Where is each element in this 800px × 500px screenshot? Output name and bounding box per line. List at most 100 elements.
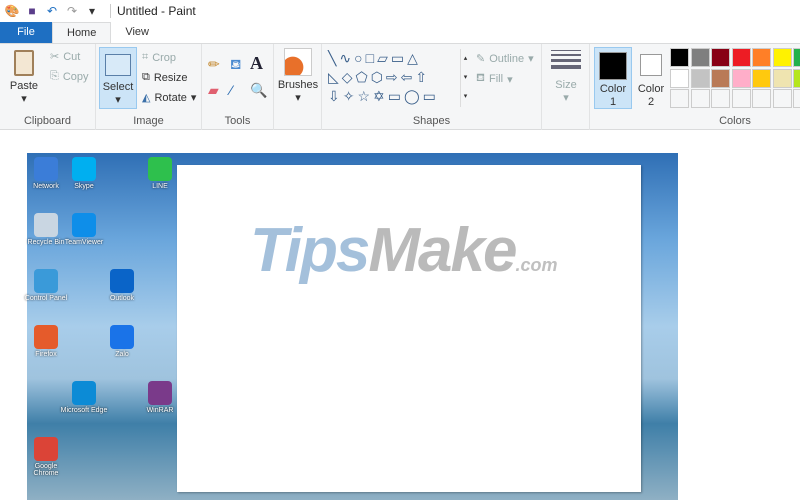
desktop-icon-label: Outlook (109, 295, 135, 302)
palette-swatch[interactable] (752, 68, 771, 88)
scissors-icon: ✂ (50, 51, 60, 63)
color1-button[interactable]: Color 1 (594, 47, 632, 109)
pencil-icon[interactable]: ✏ (208, 56, 220, 73)
ribbon-tabs: File Home View (0, 22, 800, 43)
color1-swatch (599, 52, 627, 80)
palette-swatch[interactable] (711, 89, 730, 108)
palette-swatch[interactable] (670, 48, 689, 67)
palette-swatch[interactable] (731, 89, 751, 108)
app-icon (34, 437, 58, 461)
palette-swatch[interactable] (690, 89, 710, 108)
save-icon[interactable]: ■ (24, 3, 40, 19)
fill-button[interactable]: ⛾ Fill ▾ (476, 72, 513, 86)
palette-swatch[interactable] (711, 68, 730, 88)
tab-file[interactable]: File (0, 22, 52, 43)
size-button[interactable]: Size ▾ (546, 50, 586, 105)
image-group: Select ▾ ⌗ Crop ⧉ Resize ◭ Rotate ▾ Image (96, 44, 202, 130)
palette-swatch[interactable] (711, 48, 730, 67)
palette-swatch[interactable] (793, 68, 800, 88)
fill-bucket-icon[interactable]: ⛾ (230, 56, 241, 75)
desktop-icon[interactable]: Microsoft Edge (60, 381, 108, 414)
shapes-group: ╲∿○□▱▭△ ◺◇⬠⬡⇨⇦⇧ ⇩✧☆✡▭◯▭ ▴ ▾ ▾ ✎ Outline ▾ ⛾ Fil… (322, 44, 542, 130)
customize-toolbar-icon[interactable]: ▾ (84, 3, 100, 19)
app-icon (34, 269, 58, 293)
desktop-icon-label: Firefox (35, 351, 57, 358)
palette-swatch[interactable] (731, 68, 751, 88)
desktop-icon[interactable]: Skype (60, 157, 108, 190)
resize-button[interactable]: ⧉ Resize (142, 71, 187, 84)
outline-button[interactable]: ✎ Outline ▾ (476, 52, 534, 66)
undo-icon[interactable]: ↶ (44, 3, 60, 19)
desktop-icon[interactable]: Control Panel (22, 269, 70, 302)
desktop-icon[interactable]: Firefox (22, 325, 70, 358)
palette-swatch[interactable] (793, 48, 800, 67)
paste-button[interactable]: Paste ▾ (6, 50, 42, 106)
app-icon (148, 381, 172, 405)
tools-group: ✏ ⛾ A ▰ ⁄ 🔍 Tools (202, 44, 274, 130)
desktop-icon-label: Zalo (115, 351, 129, 358)
shapes-label: Shapes (412, 115, 451, 127)
select-button[interactable]: Select ▾ (99, 47, 137, 109)
brushes-group: Brushes ▾ (274, 44, 322, 130)
palette-swatch[interactable] (793, 89, 800, 108)
desktop-icon[interactable]: Google Chrome (22, 437, 70, 477)
size-group: Size ▾ (542, 44, 590, 130)
palette-swatch[interactable] (752, 89, 771, 108)
desktop-icon-label: Microsoft Edge (60, 407, 108, 414)
app-icon (34, 213, 58, 237)
clipboard-group: Paste ▾ ✂ Cut ⎘ Copy Clipboard (0, 44, 96, 130)
text-icon[interactable]: A (250, 53, 263, 74)
tab-home[interactable]: Home (52, 22, 112, 43)
image-label: Image (133, 115, 164, 127)
app-icon (110, 269, 134, 293)
palette-swatch[interactable] (772, 89, 792, 108)
colors-group: Color 1 Color 2 Colors (590, 44, 800, 130)
clipboard-icon (14, 50, 34, 76)
desktop-icon[interactable]: Zalo (98, 325, 146, 358)
tools-label: Tools (224, 115, 251, 127)
color2-button[interactable]: Color 2 (634, 47, 668, 109)
magnifier-icon[interactable]: 🔍 (250, 82, 267, 99)
palette-swatch[interactable] (670, 68, 689, 88)
desktop-icon-label: Google Chrome (33, 463, 59, 477)
select-rect-icon (105, 54, 131, 76)
rotate-button[interactable]: ◭ Rotate ▾ (142, 91, 196, 105)
app-icon (34, 157, 58, 181)
palette-swatch[interactable] (690, 48, 710, 67)
tab-view[interactable]: View (111, 22, 163, 43)
crop-icon: ⌗ (142, 51, 149, 63)
copy-button[interactable]: ⎘ Copy (50, 70, 89, 83)
brush-icon (284, 48, 312, 76)
resize-icon: ⧉ (142, 71, 150, 83)
colors-label: Colors (719, 115, 751, 127)
desktop-icon[interactable]: Outlook (98, 269, 146, 302)
palette-swatch[interactable] (731, 48, 751, 67)
redo-icon[interactable]: ↷ (64, 3, 80, 19)
color-picker-icon[interactable]: ⁄ (230, 82, 232, 98)
app-icon (72, 381, 96, 405)
crop-button[interactable]: ⌗ Crop (142, 51, 176, 64)
app-icon (148, 157, 172, 181)
outline-icon: ✎ (476, 53, 486, 65)
palette-swatch[interactable] (772, 68, 792, 88)
copy-icon: ⎘ (50, 70, 59, 82)
palette-swatch[interactable] (690, 68, 710, 88)
desktop-icon-label: Skype (74, 183, 94, 190)
paint-app-icon[interactable]: 🎨 (4, 3, 20, 19)
ribbon: Paste ▾ ✂ Cut ⎘ Copy Clipboard Select ▾ ⌗ Cro… (0, 43, 800, 130)
app-icon (72, 157, 96, 181)
palette-swatch[interactable] (670, 89, 689, 108)
title-bar: 🎨 ■ ↶ ↷ ▾ Untitled - Paint (0, 0, 800, 22)
line-size-icon (551, 50, 581, 69)
shapes-scroll[interactable]: ▴ ▾ ▾ (460, 49, 470, 107)
palette-swatch[interactable] (772, 48, 792, 67)
fill-icon: ⛾ (476, 72, 485, 84)
color2-swatch (640, 54, 662, 76)
palette-swatch[interactable] (752, 48, 771, 67)
brushes-button[interactable]: Brushes ▾ (277, 48, 319, 105)
desktop-icon[interactable]: TeamViewer (60, 213, 108, 246)
shapes-gallery[interactable]: ╲∿○□▱▭△ ◺◇⬠⬡⇨⇦⇧ ⇩✧☆✡▭◯▭ (328, 49, 460, 107)
eraser-icon[interactable]: ▰ (208, 82, 219, 99)
cut-button[interactable]: ✂ Cut (50, 50, 80, 64)
app-icon (72, 213, 96, 237)
